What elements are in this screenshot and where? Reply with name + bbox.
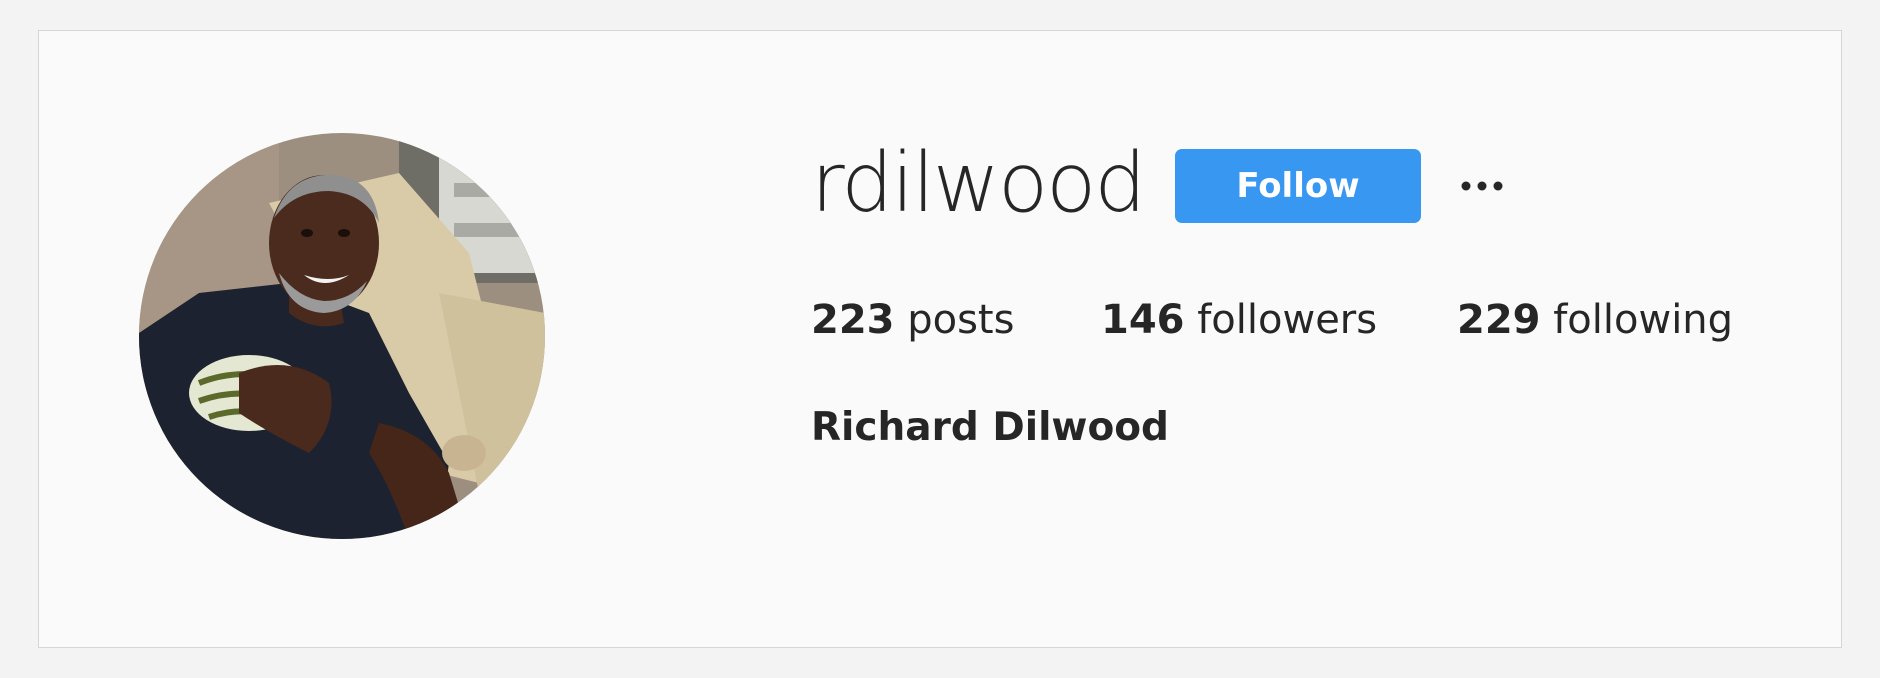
profile-username: rdilwood: [811, 136, 1146, 231]
stat-posts: 223 posts: [811, 297, 1014, 343]
ellipsis-icon: [1461, 181, 1503, 191]
posts-label: posts: [907, 297, 1015, 343]
profile-header: rdilwood Follow 223 posts 146 followers …: [38, 30, 1842, 648]
stat-following[interactable]: 229 following: [1457, 297, 1733, 343]
profile-full-name: Richard Dilwood: [811, 405, 1169, 450]
followers-label: followers: [1197, 297, 1378, 343]
profile-avatar[interactable]: [139, 133, 545, 539]
more-options-button[interactable]: [1449, 149, 1515, 223]
stat-followers[interactable]: 146 followers: [1101, 297, 1377, 343]
followers-count: 146: [1101, 297, 1185, 343]
avatar-photo: [139, 133, 545, 539]
follow-button[interactable]: Follow: [1175, 149, 1421, 223]
following-label: following: [1553, 297, 1734, 343]
following-count: 229: [1457, 297, 1541, 343]
posts-count: 223: [811, 297, 895, 343]
